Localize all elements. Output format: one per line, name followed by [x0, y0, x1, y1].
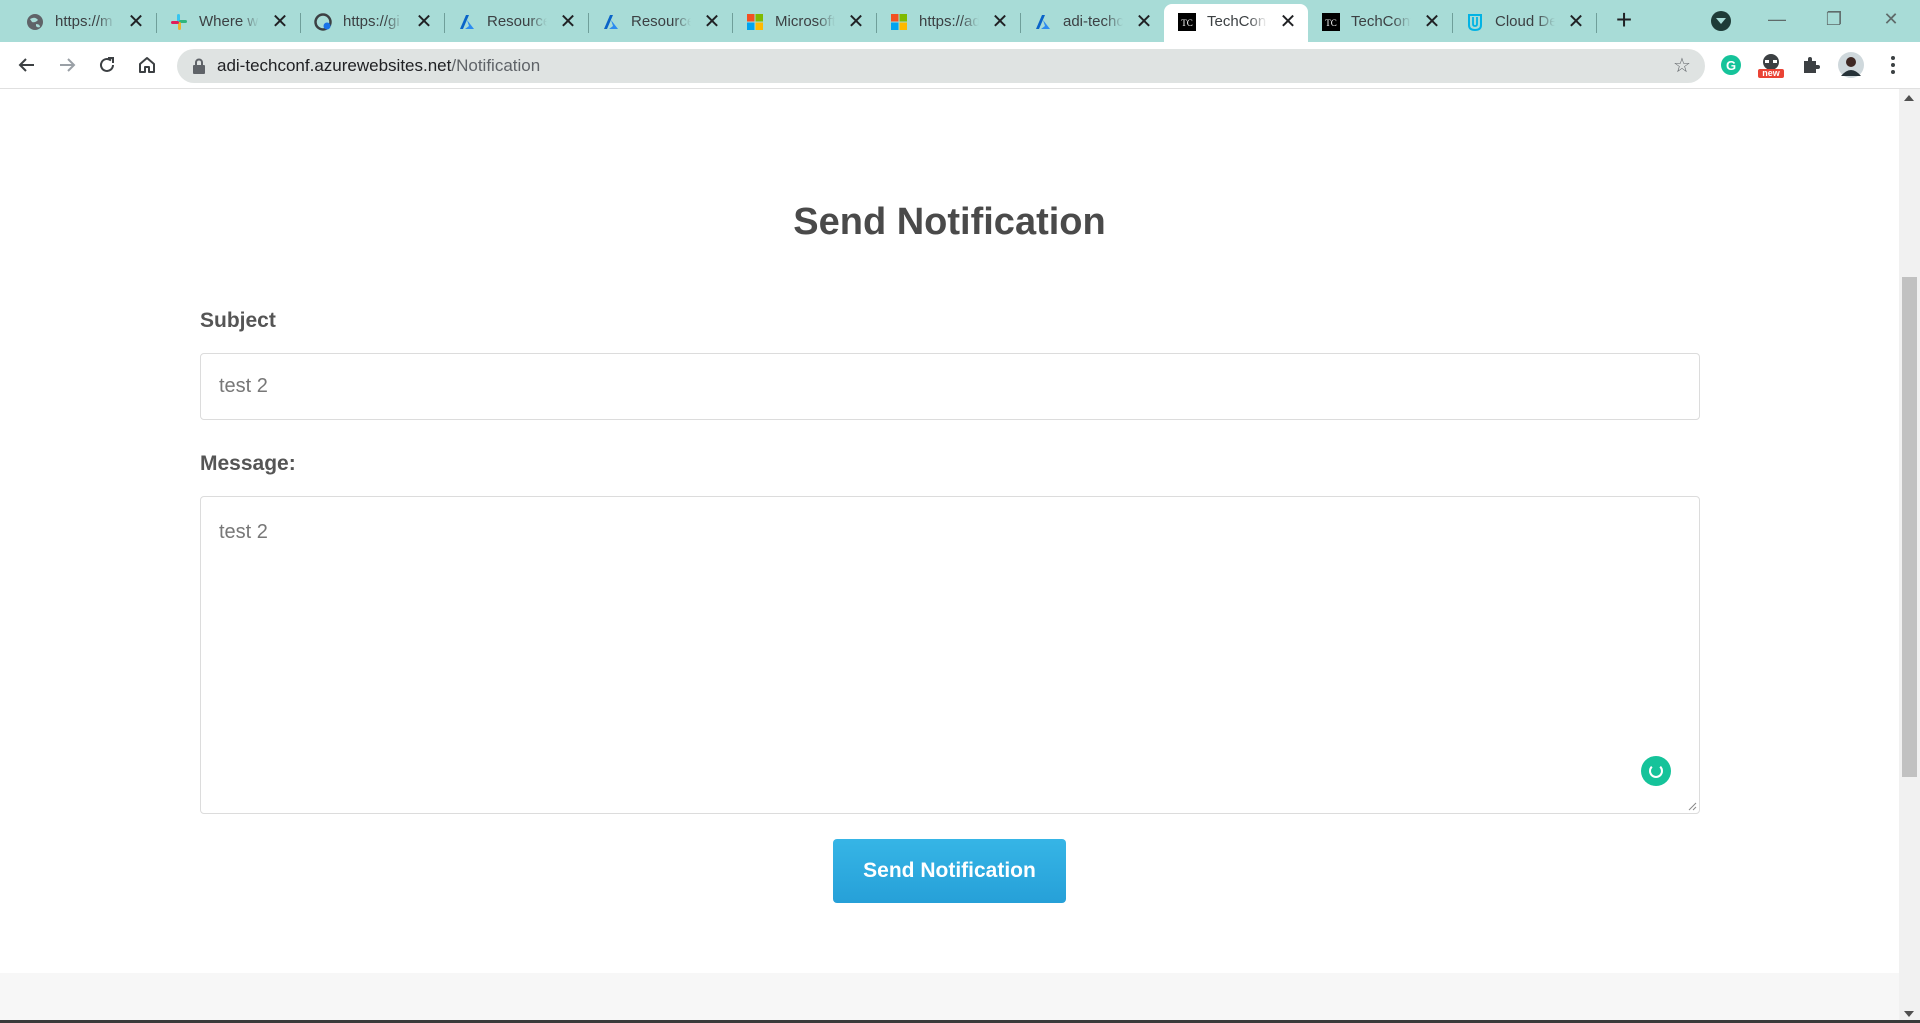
- tab-title: TechConf: [1207, 13, 1267, 30]
- minimize-button[interactable]: —: [1754, 4, 1800, 34]
- tab-title: Microsoft: [775, 13, 835, 30]
- close-icon[interactable]: ✕: [702, 12, 722, 32]
- arrow-right-icon: [60, 58, 76, 72]
- tab-title: https://ad: [919, 13, 979, 30]
- tab-title: Cloud De: [1495, 13, 1555, 30]
- globe-icon: [26, 13, 44, 31]
- browser-tab[interactable]: https://ad ✕: [876, 4, 1021, 38]
- message-text: test 2: [219, 521, 268, 543]
- browser-tab-active[interactable]: TC TechConf ✕: [1164, 4, 1308, 42]
- techconf-icon: TC: [1322, 13, 1340, 31]
- microsoft-icon: [746, 13, 764, 31]
- tab-search-icon[interactable]: [1711, 11, 1731, 31]
- reload-button[interactable]: [92, 50, 122, 80]
- slack-icon: [170, 13, 188, 31]
- browser-tab[interactable]: https://gi ✕: [300, 4, 445, 38]
- resize-handle-icon[interactable]: [1687, 801, 1697, 811]
- scroll-up-arrow-icon[interactable]: [1904, 95, 1914, 101]
- close-icon[interactable]: ✕: [1278, 12, 1298, 32]
- address-bar[interactable]: adi-techconf.azurewebsites.net/Notificat…: [177, 49, 1705, 83]
- close-icon[interactable]: ✕: [1422, 12, 1442, 32]
- close-icon[interactable]: ✕: [1134, 12, 1154, 32]
- back-button[interactable]: [12, 50, 42, 80]
- close-icon[interactable]: ✕: [1566, 12, 1586, 32]
- scroll-down-arrow-icon[interactable]: [1904, 1011, 1914, 1017]
- puzzle-extensions-icon[interactable]: [1798, 52, 1824, 78]
- window-close-button[interactable]: ✕: [1868, 4, 1914, 34]
- udacity-icon: [1466, 13, 1484, 31]
- svg-text:TC: TC: [1181, 18, 1193, 28]
- azure-icon: [458, 13, 476, 31]
- page-footer: [0, 973, 1899, 1023]
- browser-tab[interactable]: Resource ✕: [588, 4, 733, 38]
- send-notification-button[interactable]: Send Notification: [833, 839, 1066, 903]
- browser-tab[interactable]: Cloud De ✕: [1452, 4, 1597, 38]
- browser-tab[interactable]: Microsoft ✕: [732, 4, 877, 38]
- github-icon: [314, 13, 332, 31]
- bookmark-star-icon[interactable]: ☆: [1671, 55, 1693, 77]
- url-path: /Notification: [451, 56, 541, 75]
- subject-input[interactable]: test 2: [200, 353, 1700, 420]
- subject-label: Subject: [200, 309, 276, 332]
- browser-menu-icon[interactable]: [1880, 52, 1906, 78]
- home-icon: [139, 57, 155, 73]
- scrollbar-thumb[interactable]: [1902, 277, 1917, 777]
- tab-separator: [1596, 13, 1597, 33]
- browser-tab[interactable]: TC TechConf ✕: [1308, 4, 1453, 38]
- grammarly-status-icon[interactable]: [1641, 756, 1671, 786]
- home-button[interactable]: [132, 50, 162, 80]
- tab-strip: https://m ✕ Where wo ✕ https://gi ✕ Reso…: [0, 0, 1920, 42]
- svg-text:G: G: [1726, 58, 1736, 73]
- svg-text:TC: TC: [1325, 18, 1337, 28]
- vertical-scrollbar[interactable]: [1899, 89, 1920, 1023]
- tab-title: TechConf: [1351, 13, 1411, 30]
- close-icon[interactable]: ✕: [990, 12, 1010, 32]
- browser-toolbar: adi-techconf.azurewebsites.net/Notificat…: [0, 42, 1920, 89]
- tab-title: https://m: [55, 13, 113, 30]
- url-host: adi-techconf.azurewebsites.net: [217, 56, 452, 75]
- tab-title: https://gi: [343, 13, 400, 30]
- azure-icon: [602, 13, 620, 31]
- message-label: Message:: [200, 452, 296, 475]
- close-icon[interactable]: ✕: [846, 12, 866, 32]
- tab-title: Where wo: [199, 13, 259, 30]
- forward-button[interactable]: [52, 50, 82, 80]
- tab-title: adi-techc: [1063, 13, 1123, 30]
- restore-button[interactable]: ❐: [1811, 4, 1857, 34]
- close-icon[interactable]: ✕: [270, 12, 290, 32]
- profile-avatar[interactable]: [1838, 52, 1864, 78]
- browser-tab[interactable]: adi-techc ✕: [1020, 4, 1165, 38]
- browser-tab[interactable]: https://m ✕: [12, 4, 157, 38]
- close-icon[interactable]: ✕: [414, 12, 434, 32]
- lock-icon[interactable]: [192, 58, 206, 79]
- techconf-icon: TC: [1178, 13, 1196, 31]
- grammarly-extension-icon[interactable]: G: [1718, 52, 1744, 78]
- close-icon[interactable]: ✕: [126, 12, 146, 32]
- new-tab-button[interactable]: +: [1610, 6, 1638, 35]
- tab-title: Resource: [487, 13, 547, 30]
- tab-title: Resource: [631, 13, 691, 30]
- page-content: Send Notification Subject test 2 Message…: [0, 89, 1899, 1023]
- extension-new-icon[interactable]: new: [1758, 52, 1784, 78]
- page-title: Send Notification: [793, 201, 1106, 243]
- reload-icon: [100, 57, 114, 72]
- message-textarea[interactable]: test 2: [200, 496, 1700, 814]
- microsoft-icon: [890, 13, 908, 31]
- arrow-left-icon: [18, 58, 34, 72]
- browser-tab[interactable]: Resource ✕: [444, 4, 589, 38]
- azure-icon: [1034, 13, 1052, 31]
- browser-tab[interactable]: Where wo ✕: [156, 4, 301, 38]
- close-icon[interactable]: ✕: [558, 12, 578, 32]
- extension-new-badge: new: [1762, 68, 1780, 78]
- url-text[interactable]: adi-techconf.azurewebsites.net/Notificat…: [217, 56, 540, 76]
